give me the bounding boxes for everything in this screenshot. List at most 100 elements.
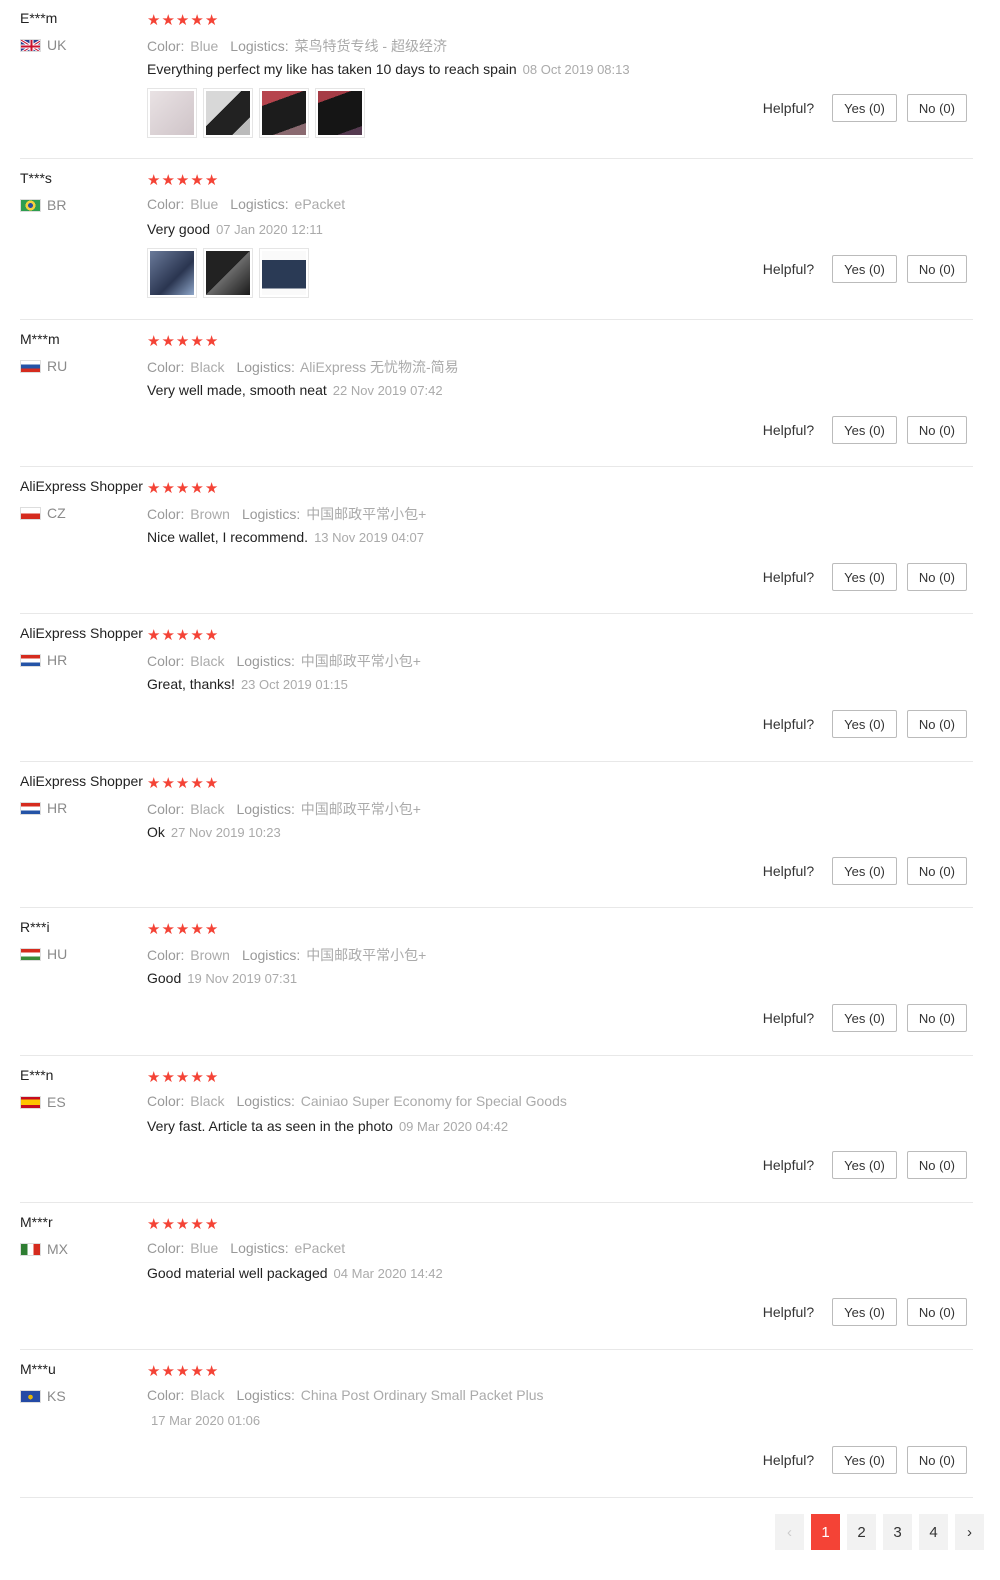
helpful-yes-button[interactable]: Yes (0) <box>832 416 897 444</box>
review-item: M***u KS ★ ★ ★ ★ ★ Color: Black Logistics: China… <box>20 1351 973 1498</box>
review-photos <box>147 88 365 138</box>
logistics-value: 中国邮政平常小包+ <box>306 506 427 522</box>
star-icon: ★ <box>147 172 161 189</box>
page-4-button[interactable]: 4 <box>919 1514 948 1550</box>
rating-stars: ★ ★ ★ ★ ★ <box>147 13 218 29</box>
helpful-label: Helpful? <box>762 261 815 277</box>
review-item: AliExpress Shopper HR ★ ★ ★ ★ ★ Color: Black Log… <box>20 615 973 762</box>
star-icon: ★ <box>175 1363 190 1380</box>
helpful-vote: Helpful? Yes (0) No (0) <box>763 1298 967 1326</box>
helpful-yes-button[interactable]: Yes (0) <box>832 1446 897 1474</box>
helpful-yes-button[interactable]: Yes (0) <box>832 94 897 122</box>
photo-image <box>262 91 306 135</box>
color-label: Color: <box>147 653 185 669</box>
country-code: UK <box>47 37 67 53</box>
logistics-value: China Post Ordinary Small Packet Plus <box>300 1387 544 1403</box>
helpful-no-button[interactable]: No (0) <box>906 1151 967 1179</box>
review-item: M***m RU ★ ★ ★ ★ ★ Color: Black Logistics: AliEx… <box>20 321 973 467</box>
review-photo-thumbnail[interactable] <box>259 248 309 298</box>
star-icon: ★ <box>190 1363 204 1380</box>
helpful-no-button[interactable]: No (0) <box>906 94 967 122</box>
photo-image <box>206 91 250 135</box>
helpful-no-button[interactable]: No (0) <box>906 857 967 885</box>
review-meta: Color: Black Logistics: China Post Ordina… <box>147 1387 544 1403</box>
logistics-label: Logistics: <box>236 1093 295 1109</box>
color-label: Color: <box>147 947 185 963</box>
helpful-no-button[interactable]: No (0) <box>906 1446 967 1474</box>
review-photo-thumbnail[interactable] <box>259 88 309 138</box>
star-icon: ★ <box>190 1069 204 1086</box>
review-text: Good material well packaged <box>147 1265 328 1281</box>
star-icon: ★ <box>175 480 190 497</box>
chevron-left-icon: ‹ <box>787 1523 792 1541</box>
review-item: R***i HU ★ ★ ★ ★ ★ Color: Brown Logistics: 中国邮政平… <box>20 909 973 1056</box>
review-meta: Color: Brown Logistics: 中国邮政平常小包+ <box>147 504 426 524</box>
uk-flag-icon <box>20 38 41 52</box>
reviewer-name: AliExpress Shopper <box>20 773 143 789</box>
helpful-yes-button[interactable]: Yes (0) <box>832 1151 897 1179</box>
photo-image <box>150 251 194 295</box>
helpful-yes-button[interactable]: Yes (0) <box>832 255 897 283</box>
helpful-no-button[interactable]: No (0) <box>906 710 967 738</box>
review-photo-thumbnail[interactable] <box>315 88 365 138</box>
review-meta: Color: Black Logistics: AliExpress 无忧物流-简… <box>147 357 459 377</box>
reviewer-name: R***i <box>20 919 50 935</box>
ru-flag-icon <box>20 359 41 373</box>
star-icon: ★ <box>147 1363 161 1380</box>
photo-image <box>318 91 362 135</box>
helpful-no-button[interactable]: No (0) <box>906 563 967 591</box>
review-date: 07 Jan 2020 12:11 <box>216 222 323 237</box>
next-page-button[interactable]: › <box>955 1514 984 1550</box>
helpful-label: Helpful? <box>762 100 815 116</box>
pagination: ‹ 1 2 3 4 › <box>775 1514 984 1550</box>
star-icon: ★ <box>175 12 190 29</box>
review-text: Great, thanks! <box>147 676 235 692</box>
logistics-value: 菜鸟特货专线 - 超级经济 <box>294 38 447 54</box>
helpful-yes-button[interactable]: Yes (0) <box>832 1004 897 1032</box>
helpful-yes-button[interactable]: Yes (0) <box>832 1298 897 1326</box>
star-icon: ★ <box>204 1216 219 1233</box>
review-text: Everything perfect my like has taken 10 … <box>147 61 517 77</box>
color-label: Color: <box>147 1093 185 1109</box>
page-3-button[interactable]: 3 <box>883 1514 912 1550</box>
helpful-vote: Helpful? Yes (0) No (0) <box>763 1446 967 1474</box>
page-1-button[interactable]: 1 <box>811 1514 840 1550</box>
helpful-no-button[interactable]: No (0) <box>906 1298 967 1326</box>
helpful-no-button[interactable]: No (0) <box>906 416 967 444</box>
star-icon: ★ <box>147 1069 161 1086</box>
review-content: Good material well packaged 04 Mar 2020 1… <box>147 1265 443 1281</box>
helpful-yes-button[interactable]: Yes (0) <box>832 710 897 738</box>
review-photo-thumbnail[interactable] <box>147 248 197 298</box>
helpful-vote: Helpful? Yes (0) No (0) <box>763 416 967 444</box>
review-photo-thumbnail[interactable] <box>203 88 253 138</box>
rating-stars: ★ ★ ★ ★ ★ <box>147 173 218 189</box>
review-meta: Color: Blue Logistics: ePacket <box>147 196 345 212</box>
color-label: Color: <box>147 38 185 54</box>
helpful-yes-button[interactable]: Yes (0) <box>832 857 897 885</box>
star-icon: ★ <box>204 1363 219 1380</box>
helpful-yes-button[interactable]: Yes (0) <box>832 563 897 591</box>
star-icon: ★ <box>147 12 161 29</box>
star-icon: ★ <box>161 333 175 350</box>
cz-flag-icon <box>20 506 41 520</box>
star-icon: ★ <box>161 480 175 497</box>
review-meta: Color: Black Logistics: Cainiao Super Eco… <box>147 1093 567 1109</box>
review-content: Good 19 Nov 2019 07:31 <box>147 970 297 986</box>
ks-flag-icon <box>20 1389 41 1403</box>
helpful-no-button[interactable]: No (0) <box>906 255 967 283</box>
star-icon: ★ <box>161 627 175 644</box>
color-label: Color: <box>147 506 185 522</box>
prev-page-button[interactable]: ‹ <box>775 1514 804 1550</box>
star-icon: ★ <box>204 172 219 189</box>
chevron-right-icon: › <box>967 1523 972 1541</box>
review-meta: Color: Black Logistics: 中国邮政平常小包+ <box>147 799 421 819</box>
review-photo-thumbnail[interactable] <box>203 248 253 298</box>
review-text: Very well made, smooth neat <box>147 382 327 398</box>
review-item: AliExpress Shopper HR ★ ★ ★ ★ ★ Color: Black Log… <box>20 763 973 908</box>
star-icon: ★ <box>190 333 204 350</box>
page-2-button[interactable]: 2 <box>847 1514 876 1550</box>
review-photo-thumbnail[interactable] <box>147 88 197 138</box>
review-item: M***r MX ★ ★ ★ ★ ★ Color: Blue Logistics: ePacke… <box>20 1204 973 1350</box>
color-label: Color: <box>147 801 185 817</box>
helpful-no-button[interactable]: No (0) <box>906 1004 967 1032</box>
